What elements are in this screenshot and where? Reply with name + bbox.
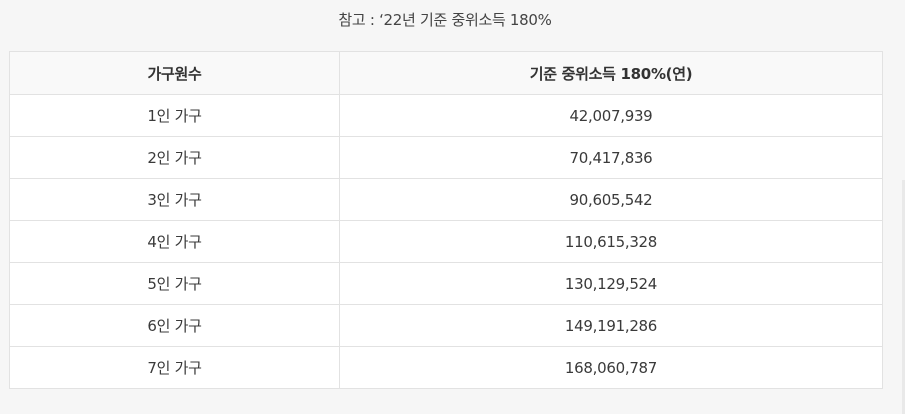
header-household-size: 가구원수: [9, 51, 340, 95]
table-row: 2인 가구 70,417,836: [9, 136, 883, 179]
income-value-cell: 70,417,836: [339, 136, 883, 179]
household-size-cell: 4인 가구: [9, 220, 340, 263]
household-size-cell: 1인 가구: [9, 94, 340, 137]
income-value-cell: 130,129,524: [339, 262, 883, 305]
table-row: 1인 가구 42,007,939: [9, 94, 883, 137]
table-row: 5인 가구 130,129,524: [9, 262, 883, 305]
income-value-cell: 149,191,286: [339, 304, 883, 347]
income-value-cell: 42,007,939: [339, 94, 883, 137]
table-row: 4인 가구 110,615,328: [9, 220, 883, 263]
income-value-cell: 168,060,787: [339, 346, 883, 389]
table-row: 6인 가구 149,191,286: [9, 304, 883, 347]
table-caption: 참고 : ‘22년 기준 중위소득 180%: [338, 11, 552, 29]
household-size-cell: 6인 가구: [9, 304, 340, 347]
header-median-income: 기준 중위소득 180%(연): [339, 51, 883, 95]
income-table-container: 가구원수 기준 중위소득 180%(연) 1인 가구 42,007,939 2인…: [9, 51, 883, 389]
household-size-cell: 7인 가구: [9, 346, 340, 389]
income-value-cell: 110,615,328: [339, 220, 883, 263]
household-size-cell: 5인 가구: [9, 262, 340, 305]
table-row: 3인 가구 90,605,542: [9, 178, 883, 221]
income-value-cell: 90,605,542: [339, 178, 883, 221]
table-row: 7인 가구 168,060,787: [9, 346, 883, 389]
household-size-cell: 3인 가구: [9, 178, 340, 221]
income-table: 가구원수 기준 중위소득 180%(연) 1인 가구 42,007,939 2인…: [9, 51, 883, 389]
household-size-cell: 2인 가구: [9, 136, 340, 179]
table-header-row: 가구원수 기준 중위소득 180%(연): [9, 51, 883, 95]
